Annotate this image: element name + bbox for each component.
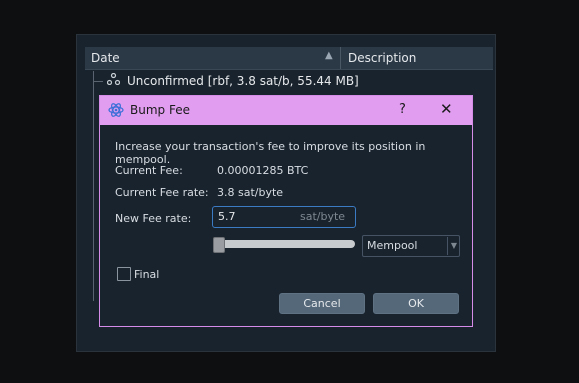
tree-branch-connector [93, 81, 103, 82]
new-fee-rate-input[interactable] [218, 209, 288, 224]
fee-method-value: Mempool [367, 239, 418, 252]
current-fee-rate-value: 3.8 sat/byte [217, 186, 284, 199]
column-header-date[interactable]: Date [91, 51, 120, 65]
app-logo-icon [108, 102, 124, 118]
close-icon[interactable]: ✕ [440, 100, 453, 118]
column-header-description[interactable]: Description [348, 51, 416, 65]
cancel-button[interactable]: Cancel [279, 293, 365, 314]
new-fee-rate-field[interactable]: sat/byte [212, 206, 356, 228]
fee-rate-slider-handle[interactable] [213, 237, 225, 253]
fee-rate-slider[interactable] [213, 240, 355, 248]
dialog-title: Bump Fee [130, 103, 190, 117]
final-checkbox[interactable] [117, 267, 131, 281]
sort-ascending-icon: ▲ [325, 50, 333, 61]
tree-row-label: Unconfirmed [rbf, 3.8 sat/b, 55.44 MB] [127, 74, 359, 88]
tree-branch-line [93, 71, 94, 301]
ok-button[interactable]: OK [373, 293, 459, 314]
group-icon [106, 72, 121, 88]
column-separator[interactable] [340, 47, 341, 69]
tree-row-unconfirmed[interactable]: Unconfirmed [rbf, 3.8 sat/b, 55.44 MB] [106, 72, 359, 88]
final-checkbox-label[interactable]: Final [134, 268, 159, 281]
bump-fee-dialog: Bump Fee ? ✕ Increase your transaction's… [99, 95, 473, 327]
new-fee-rate-label: New Fee rate: [115, 212, 192, 225]
dialog-titlebar[interactable]: Bump Fee ? ✕ [100, 96, 472, 125]
history-table-header: Date ▲ Description [85, 47, 493, 70]
current-fee-label: Current Fee: [115, 164, 183, 177]
fee-method-select[interactable]: Mempool ▼ [362, 235, 460, 257]
dialog-intro-text: Increase your transaction's fee to impro… [115, 140, 426, 166]
fee-rate-unit: sat/byte [300, 210, 346, 223]
chevron-down-icon[interactable]: ▼ [447, 237, 460, 255]
help-button[interactable]: ? [399, 102, 406, 117]
current-fee-rate-label: Current Fee rate: [115, 186, 209, 199]
current-fee-value: 0.00001285 BTC [217, 164, 309, 177]
